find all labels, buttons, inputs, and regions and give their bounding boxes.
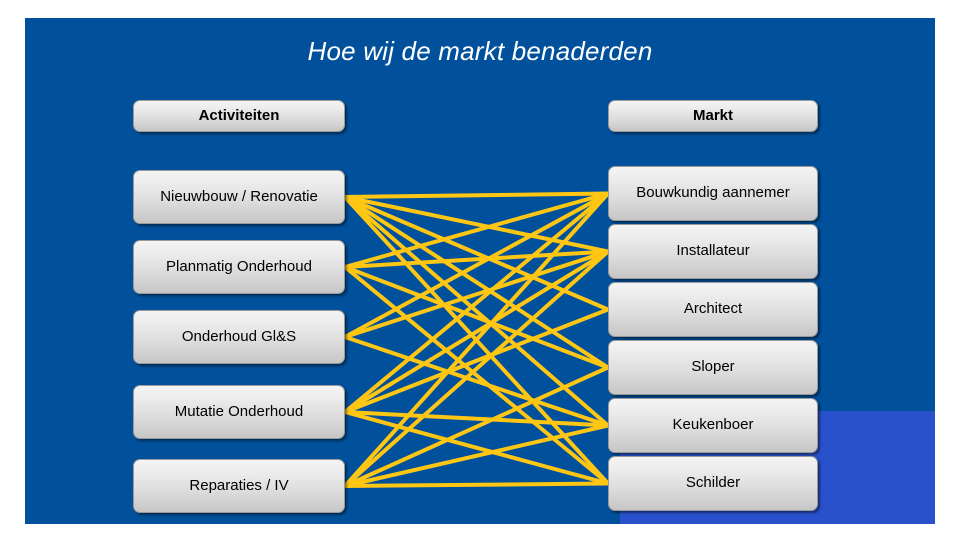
market-box-keukenboer[interactable]: Keukenboer <box>608 398 818 453</box>
market-box-sloper[interactable]: Sloper <box>608 340 818 395</box>
connector-line <box>344 191 609 269</box>
connector-line <box>344 335 609 428</box>
connector-line <box>343 250 610 488</box>
connector-line <box>344 307 609 414</box>
connector-line <box>344 249 609 269</box>
market-box-architect[interactable]: Architect <box>608 282 818 337</box>
market-box-installateur[interactable]: Installateur <box>608 224 818 279</box>
connector-line <box>344 423 609 488</box>
left-column-header: Activiteiten <box>133 100 345 132</box>
connector-line <box>344 410 609 486</box>
connector-line <box>343 195 610 370</box>
activity-box-onderhoud-gls[interactable]: Onderhoud Gl&S <box>133 310 345 364</box>
connector-line <box>344 191 609 339</box>
right-column-header: Markt <box>608 100 818 132</box>
connector-line <box>344 191 609 199</box>
connector-line <box>344 195 609 254</box>
connector-line <box>343 195 610 485</box>
market-box-bouwkundig-aannemer[interactable]: Bouwkundig aannemer <box>608 166 818 221</box>
slide-canvas: Hoe wij de markt benaderden Activiteiten… <box>25 18 935 524</box>
connector-line <box>344 249 609 339</box>
connector-line <box>344 481 609 488</box>
connector-line <box>344 410 609 428</box>
connector-line <box>343 195 610 428</box>
connector-line <box>343 265 610 486</box>
slide-root: Hoe wij de markt benaderden Activiteiten… <box>0 0 960 540</box>
activity-box-nieuwbouw-renovatie[interactable]: Nieuwbouw / Renovatie <box>133 170 345 224</box>
connector-line <box>343 191 610 414</box>
connector-line <box>344 265 609 370</box>
activity-box-mutatie-onderhoud[interactable]: Mutatie Onderhoud <box>133 385 345 439</box>
connector-line <box>344 195 609 312</box>
market-box-schilder[interactable]: Schilder <box>608 456 818 511</box>
page-title: Hoe wij de markt benaderden <box>307 36 653 66</box>
connector-line <box>343 192 610 488</box>
connector-line <box>343 249 610 414</box>
activity-box-planmatig-onderhoud[interactable]: Planmatig Onderhoud <box>133 240 345 294</box>
connector-line <box>344 365 609 488</box>
activity-box-reparaties-iv[interactable]: Reparaties / IV <box>133 459 345 513</box>
